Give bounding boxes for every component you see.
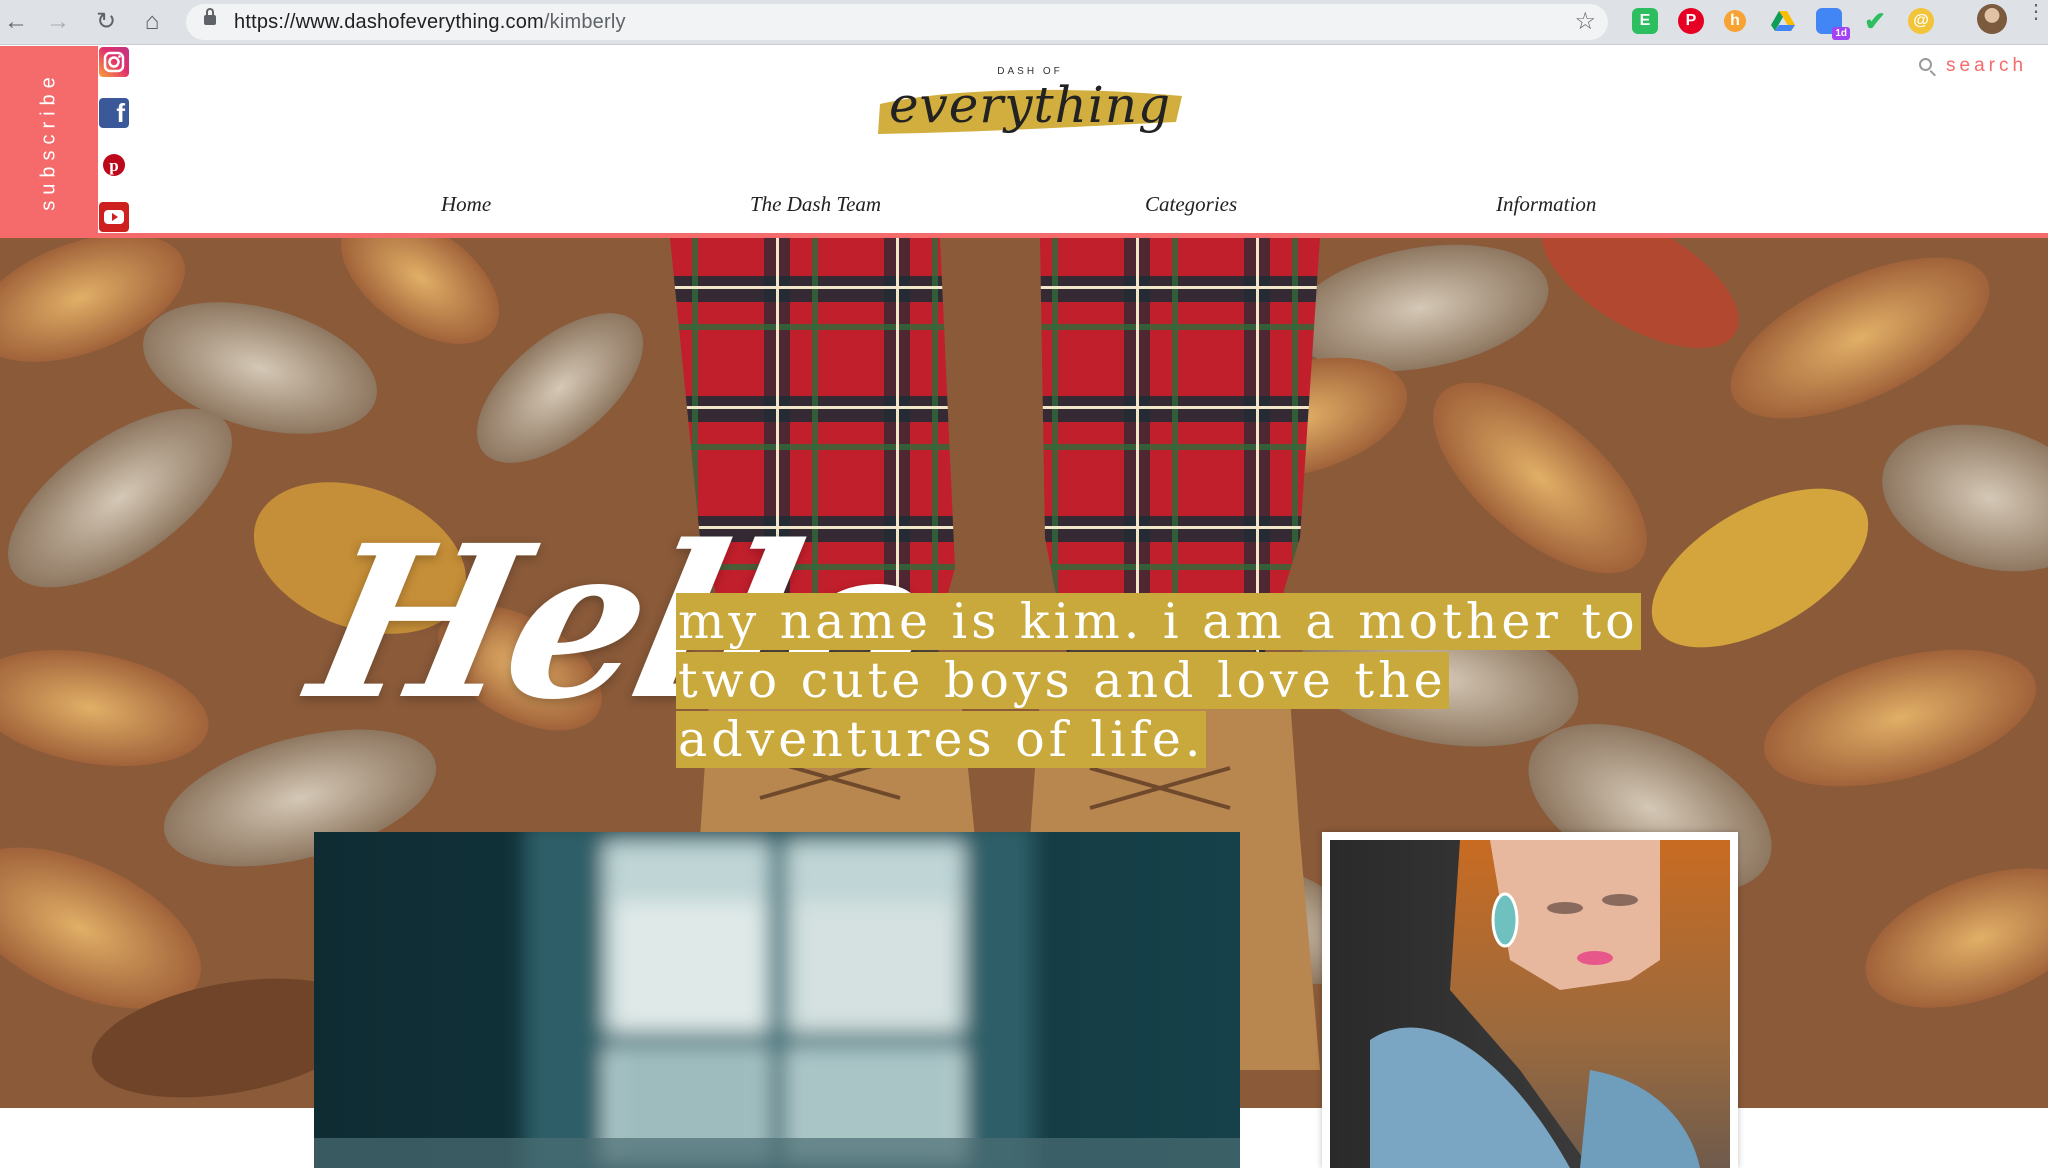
hero-intro-highlight: my name is kim. i am a mother to two cut…: [676, 593, 1641, 768]
window-photo: [314, 832, 1240, 1168]
browser-toolbar: ← → ↻ ⌂ https://www.dashofeverything.com…: [0, 0, 2048, 45]
nav-categories[interactable]: Categories: [1145, 192, 1237, 217]
address-bar[interactable]: https://www.dashofeverything.com/kimberl…: [186, 4, 1608, 40]
calendar-icon[interactable]: 1d: [1816, 8, 1850, 40]
svg-text:p: p: [109, 156, 118, 175]
url-path: /kimberly: [543, 11, 626, 33]
home-icon[interactable]: ⌂: [138, 8, 166, 36]
nav-information[interactable]: Information: [1496, 192, 1596, 217]
instagram-icon[interactable]: [99, 47, 129, 77]
profile-photo-card[interactable]: [1322, 832, 1738, 1168]
google-drive-icon[interactable]: [1770, 8, 1796, 34]
evernote-icon[interactable]: E: [1632, 8, 1658, 34]
hero-intro-text: my name is kim. i am a mother to two cut…: [676, 592, 1716, 769]
logo-script-text: everything: [888, 76, 1172, 134]
facebook-icon[interactable]: f: [99, 98, 129, 128]
todoist-icon[interactable]: ✔: [1862, 8, 1888, 34]
nav-dash-team[interactable]: The Dash Team: [750, 192, 881, 217]
calendar-badge: 1d: [1832, 27, 1850, 40]
pinterest-icon[interactable]: P: [1678, 8, 1704, 34]
search-label: search: [1946, 55, 2028, 76]
back-arrow-icon[interactable]: ←: [2, 8, 30, 36]
bookmark-star-icon[interactable]: ☆: [1574, 4, 1596, 40]
site-logo[interactable]: DASH OF everything: [870, 60, 1190, 160]
forward-arrow-icon[interactable]: →: [44, 8, 72, 36]
search-link[interactable]: search: [1919, 55, 2028, 77]
profile-photo: [1330, 840, 1730, 1168]
extension-icon[interactable]: @: [1908, 8, 1934, 34]
url-host: https://www.dashofeverything.com: [234, 11, 544, 33]
honey-icon[interactable]: h: [1724, 10, 1746, 32]
lock-icon: [204, 8, 216, 25]
profile-avatar[interactable]: [1977, 4, 2007, 34]
featured-image-card[interactable]: [314, 832, 1240, 1168]
search-icon: [1919, 58, 1932, 71]
pinterest-icon[interactable]: p: [99, 150, 129, 180]
reload-icon[interactable]: ↻: [92, 8, 120, 36]
main-navigation: Home The Dash Team Categories Informatio…: [0, 182, 2048, 232]
menu-kebab-icon[interactable]: ⋮: [2026, 2, 2046, 22]
nav-home[interactable]: Home: [441, 192, 491, 217]
url-text[interactable]: https://www.dashofeverything.com/kimberl…: [234, 4, 626, 40]
